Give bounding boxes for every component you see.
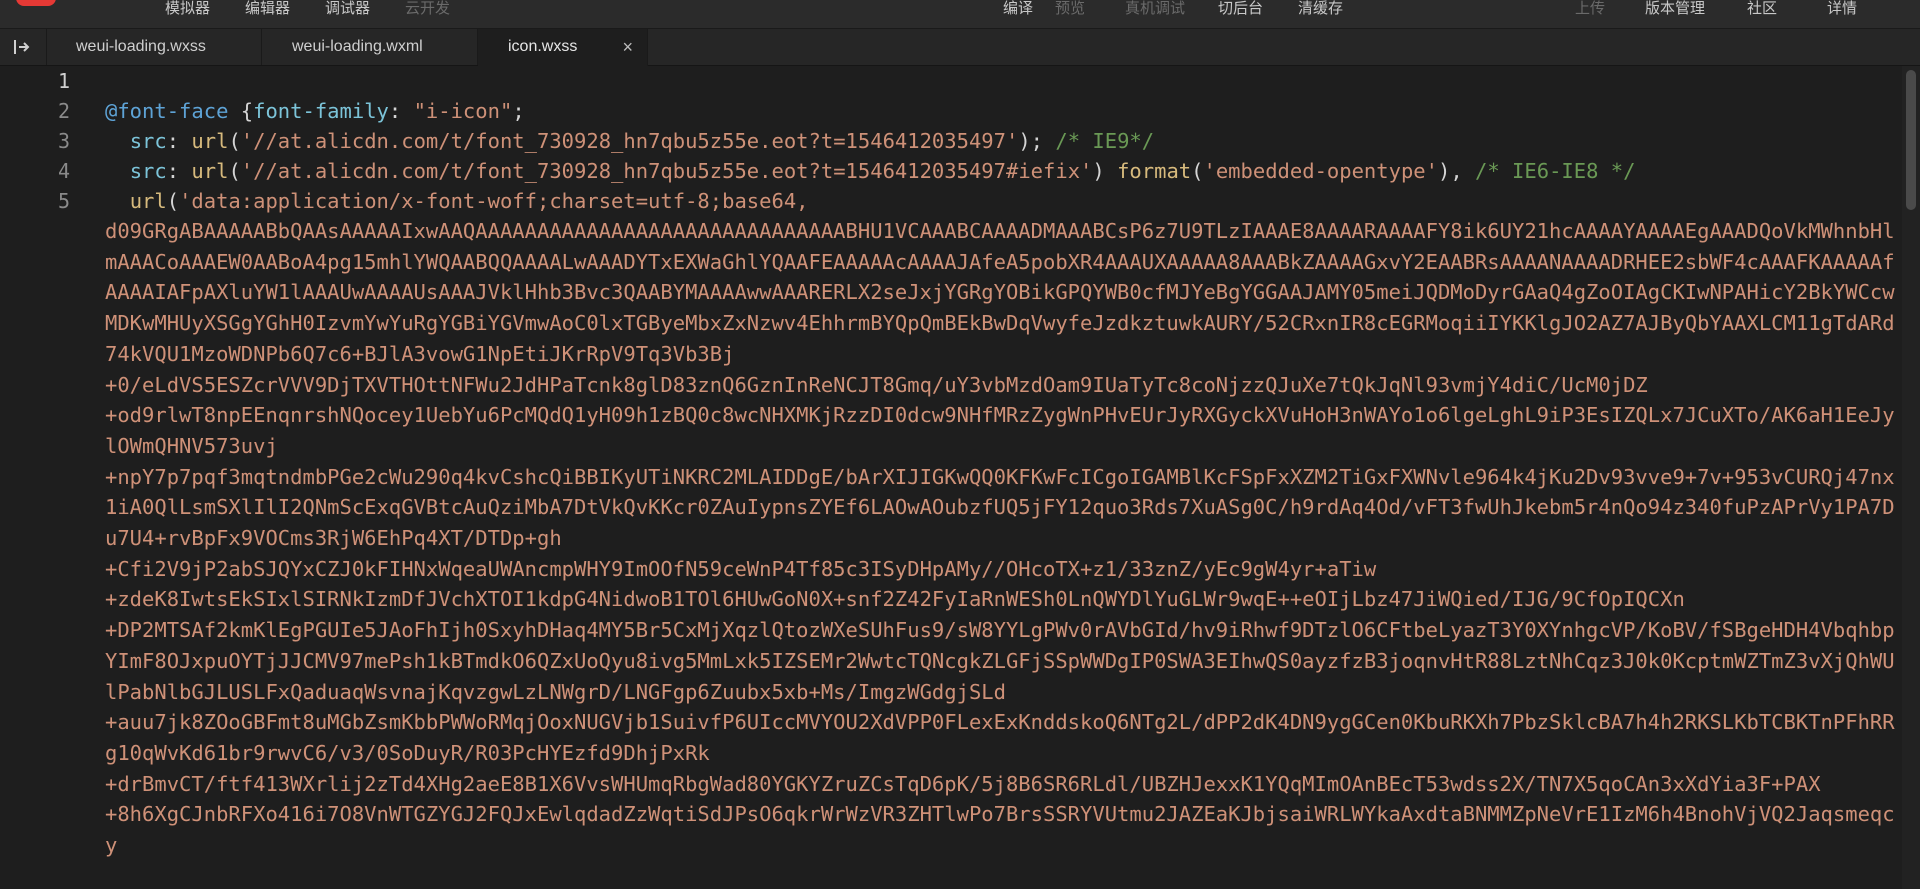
scrollbar-thumb[interactable] (1906, 70, 1916, 210)
tab-bar: weui-loading.wxss weui-loading.wxml icon… (0, 29, 1920, 66)
property-name: src (129, 129, 167, 153)
punctuation: ( (228, 129, 241, 153)
punctuation: ), (1437, 159, 1476, 183)
tab-label: weui-loading.wxml (292, 38, 423, 55)
string-value: '//at.alicdn.com/t/font_730928_hn7qbu5z5… (240, 129, 1019, 153)
property-name: font-family (253, 99, 389, 123)
string-value: '//at.alicdn.com/t/font_730928_hn7qbu5z5… (240, 159, 1093, 183)
top-toolbar: 模拟器 编辑器 调试器 云开发 编译 预览 真机调试 切后台 清缓存 上传 版本… (0, 0, 1920, 29)
preview-button[interactable]: 预览 (1055, 0, 1085, 20)
line-number: 5 (57, 189, 70, 213)
comment: /* IE6-IE8 */ (1475, 159, 1636, 183)
base64-data: d09GRgABAAAAABbQAAsAAAAAIxwAAQAAAAAAAAAA… (105, 219, 1895, 858)
background-button[interactable]: 切后台 (1218, 0, 1263, 20)
line-number: 4 (57, 159, 70, 183)
line-number: 3 (57, 129, 70, 153)
line-number: 2 (57, 99, 70, 123)
remote-debug-button[interactable]: 真机调试 (1125, 0, 1185, 20)
simulator-button[interactable]: 模拟器 (165, 0, 210, 20)
punctuation: ); (1018, 129, 1056, 153)
toggle-sidebar-button[interactable] (0, 29, 47, 65)
comment: /* IE9*/ (1055, 129, 1155, 153)
line-number: 1 (57, 69, 70, 93)
string-value: 'data:application/x-font-woff;charset=ut… (179, 189, 809, 213)
version-management-button[interactable]: 版本管理 (1645, 0, 1705, 20)
punctuation: ( (228, 159, 241, 183)
code-line: src: url('//at.alicdn.com/t/font_730928_… (105, 126, 1154, 156)
punctuation: : (388, 99, 414, 123)
function-name: url (129, 189, 167, 213)
punctuation: ) (1092, 159, 1118, 183)
code-line: url('data:application/x-font-woff;charse… (105, 186, 809, 216)
punctuation: ( (166, 189, 180, 213)
editor-button[interactable]: 编辑器 (245, 0, 290, 20)
string-value: "i-icon" (413, 99, 513, 123)
clear-cache-button[interactable]: 清缓存 (1298, 0, 1343, 20)
tab-icon-wxss[interactable]: icon.wxss × (478, 29, 648, 66)
sidebar-toggle-icon (14, 40, 30, 54)
function-name: url (191, 159, 229, 183)
details-button[interactable]: 详情 (1827, 0, 1857, 20)
app-logo (16, 0, 56, 6)
punctuation: : (166, 159, 192, 183)
code-line: @font-face {font-family: "i-icon"; (105, 96, 525, 126)
code-editor[interactable]: 1 2 3 4 5 @font-face {font-family: "i-ic… (0, 66, 1920, 889)
tab-weui-loading-wxml[interactable]: weui-loading.wxml (262, 29, 478, 65)
punctuation: ( (1191, 159, 1204, 183)
punctuation: ; (512, 99, 525, 123)
tab-weui-loading-wxss[interactable]: weui-loading.wxss (46, 29, 262, 65)
debugger-button[interactable]: 调试器 (325, 0, 370, 20)
tab-label: icon.wxss (508, 38, 578, 55)
function-name: url (191, 129, 229, 153)
vertical-scrollbar[interactable] (1902, 66, 1920, 889)
property-name: src (129, 159, 167, 183)
punctuation: { (228, 99, 254, 123)
string-value: 'embedded-opentype' (1203, 159, 1438, 183)
tab-label: weui-loading.wxss (76, 38, 206, 55)
code-line: src: url('//at.alicdn.com/t/font_730928_… (105, 156, 1636, 186)
cloud-dev-button[interactable]: 云开发 (405, 0, 450, 20)
upload-button[interactable]: 上传 (1575, 0, 1605, 20)
punctuation: : (166, 129, 192, 153)
at-rule: @font-face (105, 99, 229, 123)
community-button[interactable]: 社区 (1747, 0, 1777, 20)
close-icon[interactable]: × (622, 29, 633, 65)
function-name: format (1117, 159, 1192, 183)
compile-button[interactable]: 编译 (1003, 0, 1033, 20)
